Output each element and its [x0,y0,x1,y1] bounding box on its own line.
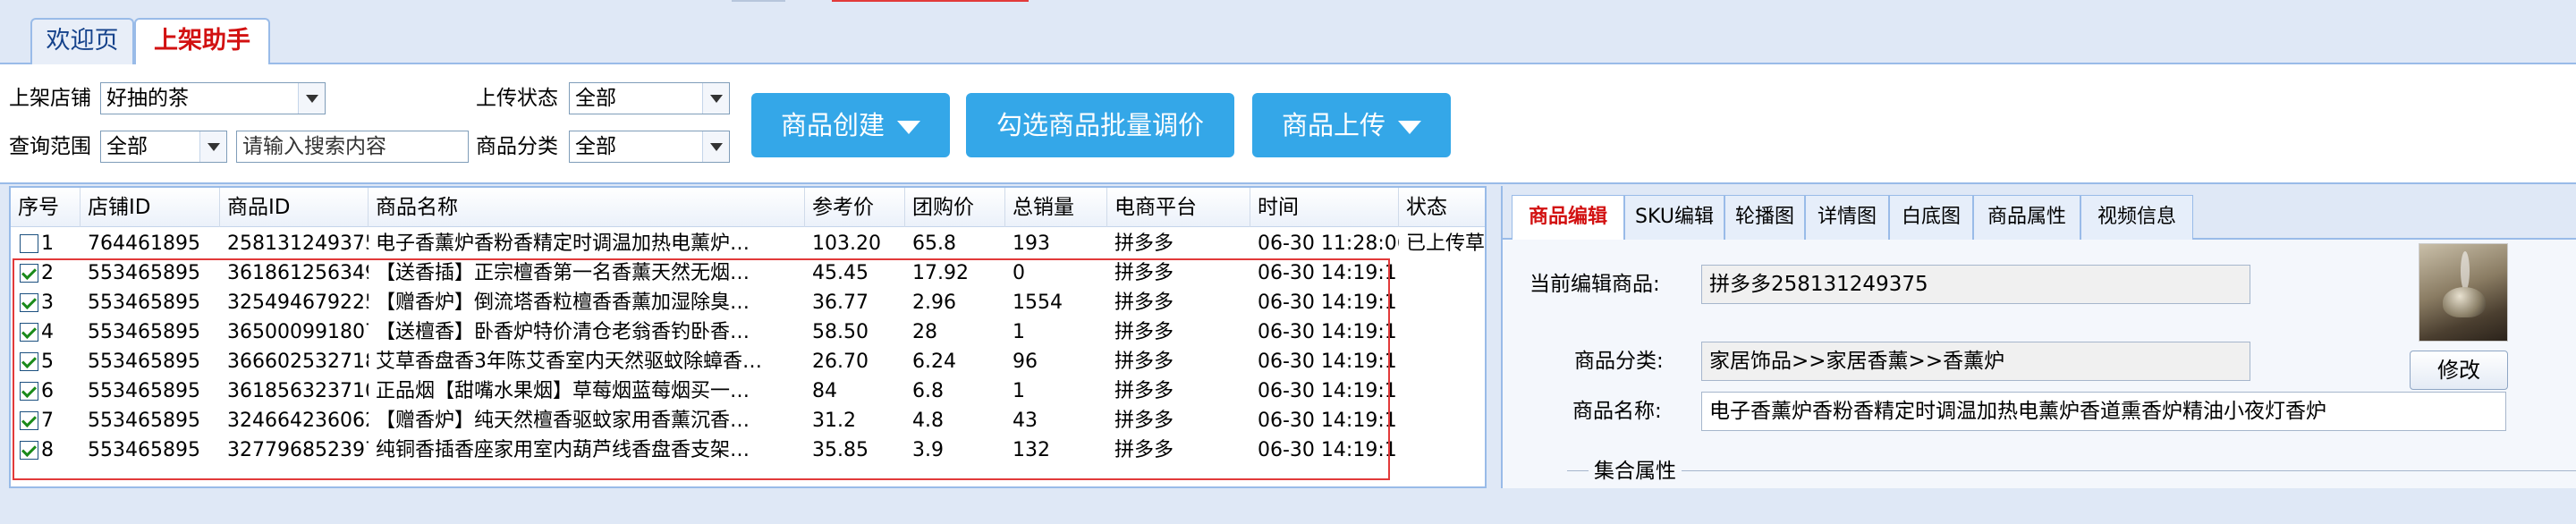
col-header-group-price[interactable]: 团购价 [905,188,1005,227]
tab-welcome[interactable]: 欢迎页 [30,18,134,64]
col-header-shop-id[interactable]: 店铺ID [80,188,220,227]
caret-down-icon [897,120,920,134]
create-product-button[interactable]: 商品创建 [751,93,950,157]
batch-price-button[interactable]: 勾选商品批量调价 [966,93,1234,157]
product-name-input[interactable]: 电子香薰炉香粉香精定时调温加热电薰炉香道熏香炉精油小夜灯香炉 [1701,392,2506,431]
chevron-down-icon [702,83,729,114]
modify-category-button[interactable]: 修改 [2410,351,2508,390]
cell-status [1399,406,1485,435]
cell-status [1399,435,1485,465]
product-name-label: 商品名称: [1572,400,1662,423]
cell-product-id: 258131249375 [227,232,369,255]
cell-status [1399,317,1485,347]
current-product-label: 当前编辑商品: [1530,273,1660,296]
tab-sku-edit[interactable]: SKU编辑 [1624,195,1724,240]
cell-ref-price: 103.20 [812,232,881,255]
upload-status-label: 上传状态 [476,87,558,110]
top-mark [732,0,785,2]
upload-status-value: 全部 [575,87,616,110]
category-edit-label: 商品分类: [1574,350,1664,373]
category-label: 商品分类 [476,135,558,158]
upload-product-label: 商品上传 [1281,110,1385,140]
upload-status-select[interactable]: 全部 [569,82,730,114]
row-checkbox[interactable] [20,234,38,253]
cell-platform: 拼多多 [1114,232,1174,255]
search-input[interactable]: 请输入搜索内容 [236,131,469,163]
cell-no: 1 [41,232,54,255]
col-header-ref-price[interactable]: 参考价 [805,188,905,227]
editor-tabbar: 商品编辑 SKU编辑 轮播图 详情图 白底图 商品属性 视频信息 [1503,186,2576,241]
tab-video[interactable]: 视频信息 [2080,195,2193,240]
col-header-status[interactable]: 状态 [1399,188,1485,227]
filter-toolbar: 上架店铺 好抽的茶 上传状态 全部 查询范围 全部 请输入搜索内容 商品分类 全… [0,64,2576,184]
query-range-label: 查询范围 [9,135,91,158]
upload-product-button[interactable]: 商品上传 [1252,93,1451,157]
col-header-product-id[interactable]: 商品ID [220,188,369,227]
cell-status [1399,258,1485,288]
cell-sales: 193 [1013,232,1050,255]
col-header-name[interactable]: 商品名称 [369,188,805,227]
thumbnail-bowl [2443,287,2486,317]
chevron-down-icon [199,131,226,162]
col-header-time[interactable]: 时间 [1250,188,1399,227]
thumbnail-smoke [2461,251,2470,291]
query-range-value: 全部 [106,135,148,158]
selection-highlight [13,258,1390,480]
shop-label: 上架店铺 [9,87,91,110]
tab-white-bg[interactable]: 白底图 [1889,195,1973,240]
tab-carousel[interactable]: 轮播图 [1724,195,1805,240]
col-header-sales[interactable]: 总销量 [1005,188,1107,227]
shop-select[interactable]: 好抽的茶 [100,82,326,114]
cell-time: 06-30 11:28:06 [1258,232,1399,255]
batch-price-label: 勾选商品批量调价 [996,110,1204,140]
category-field: 家居饰品>>家居香薰>>香薰炉 [1701,342,2250,381]
editor-body: 当前编辑商品: 拼多多258131249375 商品分类: 家居饰品>>家居香薰… [1503,240,2576,488]
current-product-field: 拼多多258131249375 [1701,265,2250,304]
editor-panel: 商品编辑 SKU编辑 轮播图 详情图 白底图 商品属性 视频信息 当前编辑商品:… [1501,186,2576,488]
top-strip [0,0,2576,14]
attribute-group-label: 集合属性 [1589,458,1682,485]
cell-status [1399,347,1485,376]
main-tabbar: 欢迎页 上架助手 [0,14,2576,68]
cell-status [1399,376,1485,406]
attribute-group-box [1567,470,2576,524]
category-select[interactable]: 全部 [569,131,730,163]
cell-shop-id: 764461895 [88,232,200,255]
shop-select-value: 好抽的茶 [106,87,189,110]
create-product-label: 商品创建 [780,110,885,140]
cell-group-price: 65.8 [912,232,956,255]
col-header-no[interactable]: 序号 [11,188,80,227]
tab-attributes[interactable]: 商品属性 [1973,195,2080,240]
col-header-platform[interactable]: 电商平台 [1107,188,1250,227]
tab-detail-images[interactable]: 详情图 [1805,195,1889,240]
table-row[interactable]: 1 764461895 258131249375 电子香薰炉香粉香精定时调温加热电薰炉… [11,229,1486,258]
cell-status [1399,288,1485,317]
tab-product-edit[interactable]: 商品编辑 [1512,195,1624,241]
tab-listing-assistant[interactable]: 上架助手 [134,18,270,68]
top-mark-accent [832,0,1029,2]
category-select-value: 全部 [575,135,616,158]
cell-status: 已上传草稿 [1406,232,1486,255]
cell-name: 电子香薰炉香粉香精定时调温加热电薰炉… [376,232,750,255]
grid-header: 序号 店铺ID 商品ID 商品名称 参考价 团购价 总销量 电商平台 时间 状态 [11,188,1485,227]
product-thumbnail[interactable] [2419,243,2508,342]
chevron-down-icon [298,83,325,114]
caret-down-icon [1398,120,1421,134]
query-range-select[interactable]: 全部 [100,131,227,163]
chevron-down-icon [702,131,729,162]
